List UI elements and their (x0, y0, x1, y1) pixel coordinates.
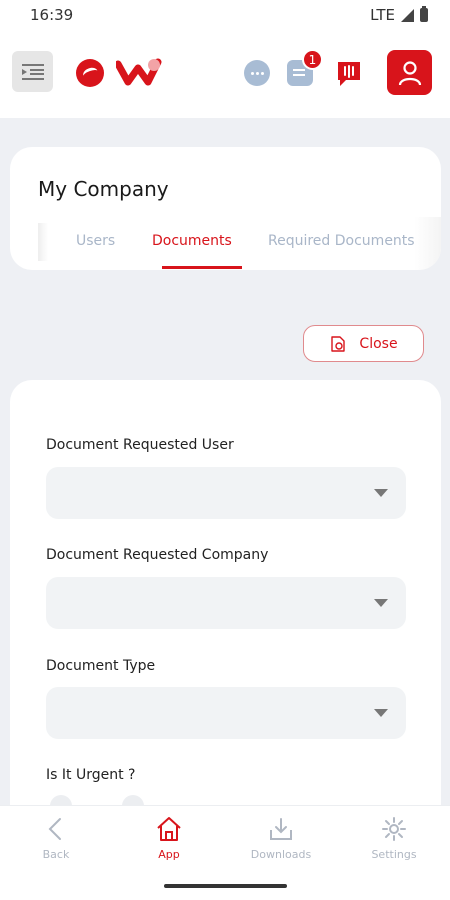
home-icon (157, 817, 181, 841)
requested-user-select[interactable] (46, 467, 406, 519)
requested-company-select[interactable] (46, 577, 406, 629)
nav-back-label: Back (42, 848, 70, 861)
tab-scroll-fade-left (38, 223, 48, 261)
nav-back[interactable]: Back (11, 816, 101, 861)
nav-settings[interactable]: Settings (349, 816, 439, 861)
home-indicator[interactable] (164, 884, 287, 888)
close-document-icon (331, 335, 346, 352)
status-bar: 16:39 LTE (0, 0, 450, 30)
tab-scroll-fade-right (414, 217, 441, 270)
requested-company-label: Document Requested Company (46, 547, 269, 563)
tab-documents[interactable]: Documents (152, 233, 232, 249)
active-tab-indicator (162, 266, 242, 269)
gear-icon (382, 817, 406, 841)
close-button[interactable]: Close (303, 325, 424, 362)
chevron-down-icon (374, 599, 388, 607)
network-type: LTE (370, 6, 395, 24)
chevron-down-icon (374, 709, 388, 717)
document-type-label: Document Type (46, 658, 156, 674)
download-icon (270, 818, 292, 840)
chat-icon[interactable] (244, 60, 270, 86)
chevron-down-icon (374, 489, 388, 497)
w-logo-icon (116, 58, 162, 86)
notification-badge: 1 (302, 49, 323, 70)
page-title: My Company (38, 177, 169, 201)
app-header: 1 (0, 30, 450, 118)
menu-button[interactable] (12, 51, 53, 92)
tab-users[interactable]: Users (76, 233, 115, 249)
nav-downloads[interactable]: Downloads (236, 816, 326, 861)
document-type-select[interactable] (46, 687, 406, 739)
status-time: 16:39 (30, 6, 74, 24)
profile-icon (398, 60, 421, 85)
support-icon[interactable] (334, 58, 364, 88)
close-button-label: Close (359, 335, 398, 352)
nav-downloads-label: Downloads (250, 848, 312, 861)
requested-user-label: Document Requested User (46, 437, 234, 453)
chevron-left-icon (48, 818, 61, 840)
profile-button[interactable] (387, 50, 432, 95)
urgent-label: Is It Urgent ? (46, 767, 136, 783)
menu-icon (21, 63, 44, 80)
tab-required-documents[interactable]: Required Documents (268, 233, 415, 249)
document-form: Document Requested User Document Request… (10, 380, 441, 810)
signal-icon (401, 8, 414, 22)
status-indicators: LTE (370, 6, 428, 24)
company-card: My Company Users Documents Required Docu… (10, 147, 441, 270)
nav-app[interactable]: App (124, 816, 214, 861)
nav-app-label: App (158, 848, 180, 861)
nav-settings-label: Settings (371, 848, 417, 861)
battery-icon (420, 6, 428, 22)
tab-bar: Users Documents Required Documents (38, 217, 441, 270)
thy-logo-icon (76, 59, 104, 87)
